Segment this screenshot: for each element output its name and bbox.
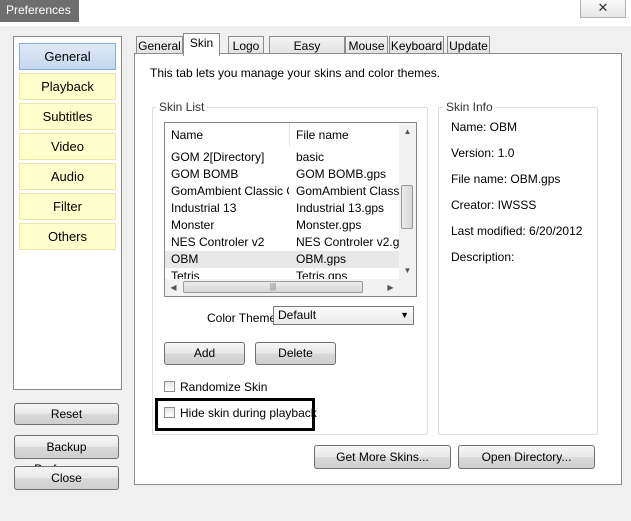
scroll-down-icon[interactable]: ▼ (399, 262, 416, 279)
delete-button[interactable]: Delete (255, 342, 336, 365)
scrollbar-corner (399, 279, 416, 296)
scroll-left-icon[interactable]: ◀ (165, 279, 182, 296)
title-bar: Preferences ✕ (0, 0, 631, 26)
sidebar-item-general[interactable]: General (19, 43, 116, 70)
color-theme-select[interactable]: Default ▼ (273, 306, 414, 325)
chevron-down-icon: ▼ (400, 310, 409, 320)
color-theme-value: Default (278, 308, 317, 322)
skin-file: Industrial 13.gps (296, 201, 385, 215)
scroll-up-icon[interactable]: ▲ (399, 123, 416, 140)
skin-info-label: Skin Info (443, 100, 496, 114)
open-directory-button[interactable]: Open Directory... (458, 445, 595, 469)
vertical-scrollbar[interactable]: ▲ ▼ (399, 123, 416, 279)
tab-update[interactable]: Update (447, 36, 490, 54)
skin-list[interactable]: Name File name GOM 2[Directory] basic GO… (164, 122, 417, 297)
close-icon: ✕ (597, 0, 609, 15)
skin-name: GomAmbient Classic O... (171, 184, 289, 198)
sidebar-item-subtitles[interactable]: Subtitles (19, 103, 116, 130)
tab-general[interactable]: General (136, 36, 183, 54)
horizontal-scrollbar[interactable]: ◀ ||| ▶ (165, 279, 399, 296)
skin-file: OBM.gps (296, 252, 347, 266)
sidebar-item-playback[interactable]: Playback (19, 73, 116, 100)
skin-info-description: Description: (451, 250, 515, 264)
tab-description: This tab lets you manage your skins and … (150, 66, 441, 80)
reset-button[interactable]: Reset (14, 403, 119, 425)
get-more-skins-button[interactable]: Get More Skins... (314, 445, 451, 469)
table-row[interactable]: GOM 2[Directory] basic (165, 149, 400, 166)
table-row[interactable]: NES Controler v2 NES Controler v2.gps (165, 234, 400, 251)
sidebar-item-others[interactable]: Others (19, 223, 116, 250)
skin-info-creator: Creator: IWSSS (451, 198, 537, 212)
backup-preferences-button[interactable]: Backup Preferences (14, 435, 119, 476)
tab-skin[interactable]: Skin (183, 33, 220, 56)
tab-easy-browser[interactable]: Easy Browser (269, 36, 345, 71)
vertical-scroll-thumb[interactable] (401, 185, 413, 229)
skin-info-name: Name: OBM (451, 120, 518, 134)
window-title: Preferences (6, 3, 71, 17)
column-header-file-name[interactable]: File name (290, 123, 400, 147)
skin-file: GOM BOMB.gps (296, 167, 387, 181)
highlight-annotation (155, 398, 315, 431)
skin-file: GomAmbient Classic ... (296, 184, 399, 198)
sidebar-item-audio[interactable]: Audio (19, 163, 116, 190)
skin-file: Tetris.gps (296, 269, 348, 279)
title-tab: Preferences (0, 0, 79, 22)
skin-file: Monster.gps (296, 218, 362, 232)
randomize-skin-label: Randomize Skin (180, 380, 268, 394)
sidebar-item-filter[interactable]: Filter (19, 193, 116, 220)
skin-list-label: Skin List (156, 100, 208, 114)
close-window-button[interactable]: ✕ (580, 0, 626, 18)
table-row[interactable]: GOM BOMB GOM BOMB.gps (165, 166, 400, 183)
skin-name: Industrial 13 (171, 201, 237, 215)
table-row[interactable]: Tetris Tetris.gps (165, 268, 400, 279)
skin-name: Tetris (171, 269, 200, 279)
skin-name: Monster (171, 218, 215, 232)
table-row-selected[interactable]: OBM OBM.gps (165, 251, 400, 268)
table-row[interactable]: GomAmbient Classic O... GomAmbient Class… (165, 183, 400, 200)
skin-name: GOM 2[Directory] (171, 150, 265, 164)
skin-name: NES Controler v2 (171, 235, 265, 249)
tab-logo[interactable]: Logo (228, 36, 264, 54)
table-row[interactable]: Industrial 13 Industrial 13.gps (165, 200, 400, 217)
category-panel: General Playback Subtitles Video Audio F… (13, 36, 122, 390)
close-button[interactable]: Close (14, 466, 119, 490)
randomize-skin-checkbox[interactable] (164, 381, 175, 392)
skin-info-version: Version: 1.0 (451, 146, 515, 160)
add-button[interactable]: Add (164, 342, 245, 365)
skin-info-file-name: File name: OBM.gps (451, 172, 561, 186)
tab-keyboard[interactable]: Keyboard (389, 36, 444, 54)
scroll-right-icon[interactable]: ▶ (382, 279, 399, 296)
skin-name: OBM (171, 252, 199, 266)
table-row[interactable]: Monster Monster.gps (165, 217, 400, 234)
skin-info-last-modified: Last modified: 6/20/2012 (451, 224, 583, 238)
skin-file: basic (296, 150, 325, 164)
tab-mouse[interactable]: Mouse (345, 36, 388, 54)
sidebar-item-video[interactable]: Video (19, 133, 116, 160)
column-header-name[interactable]: Name (165, 123, 290, 147)
horizontal-scroll-thumb[interactable]: ||| (183, 281, 363, 293)
skin-file: NES Controler v2.gps (296, 235, 399, 249)
skin-name: GOM BOMB (171, 167, 239, 181)
color-theme-label: Color Theme: (207, 311, 280, 325)
skin-list-header: Name File name (165, 123, 400, 147)
